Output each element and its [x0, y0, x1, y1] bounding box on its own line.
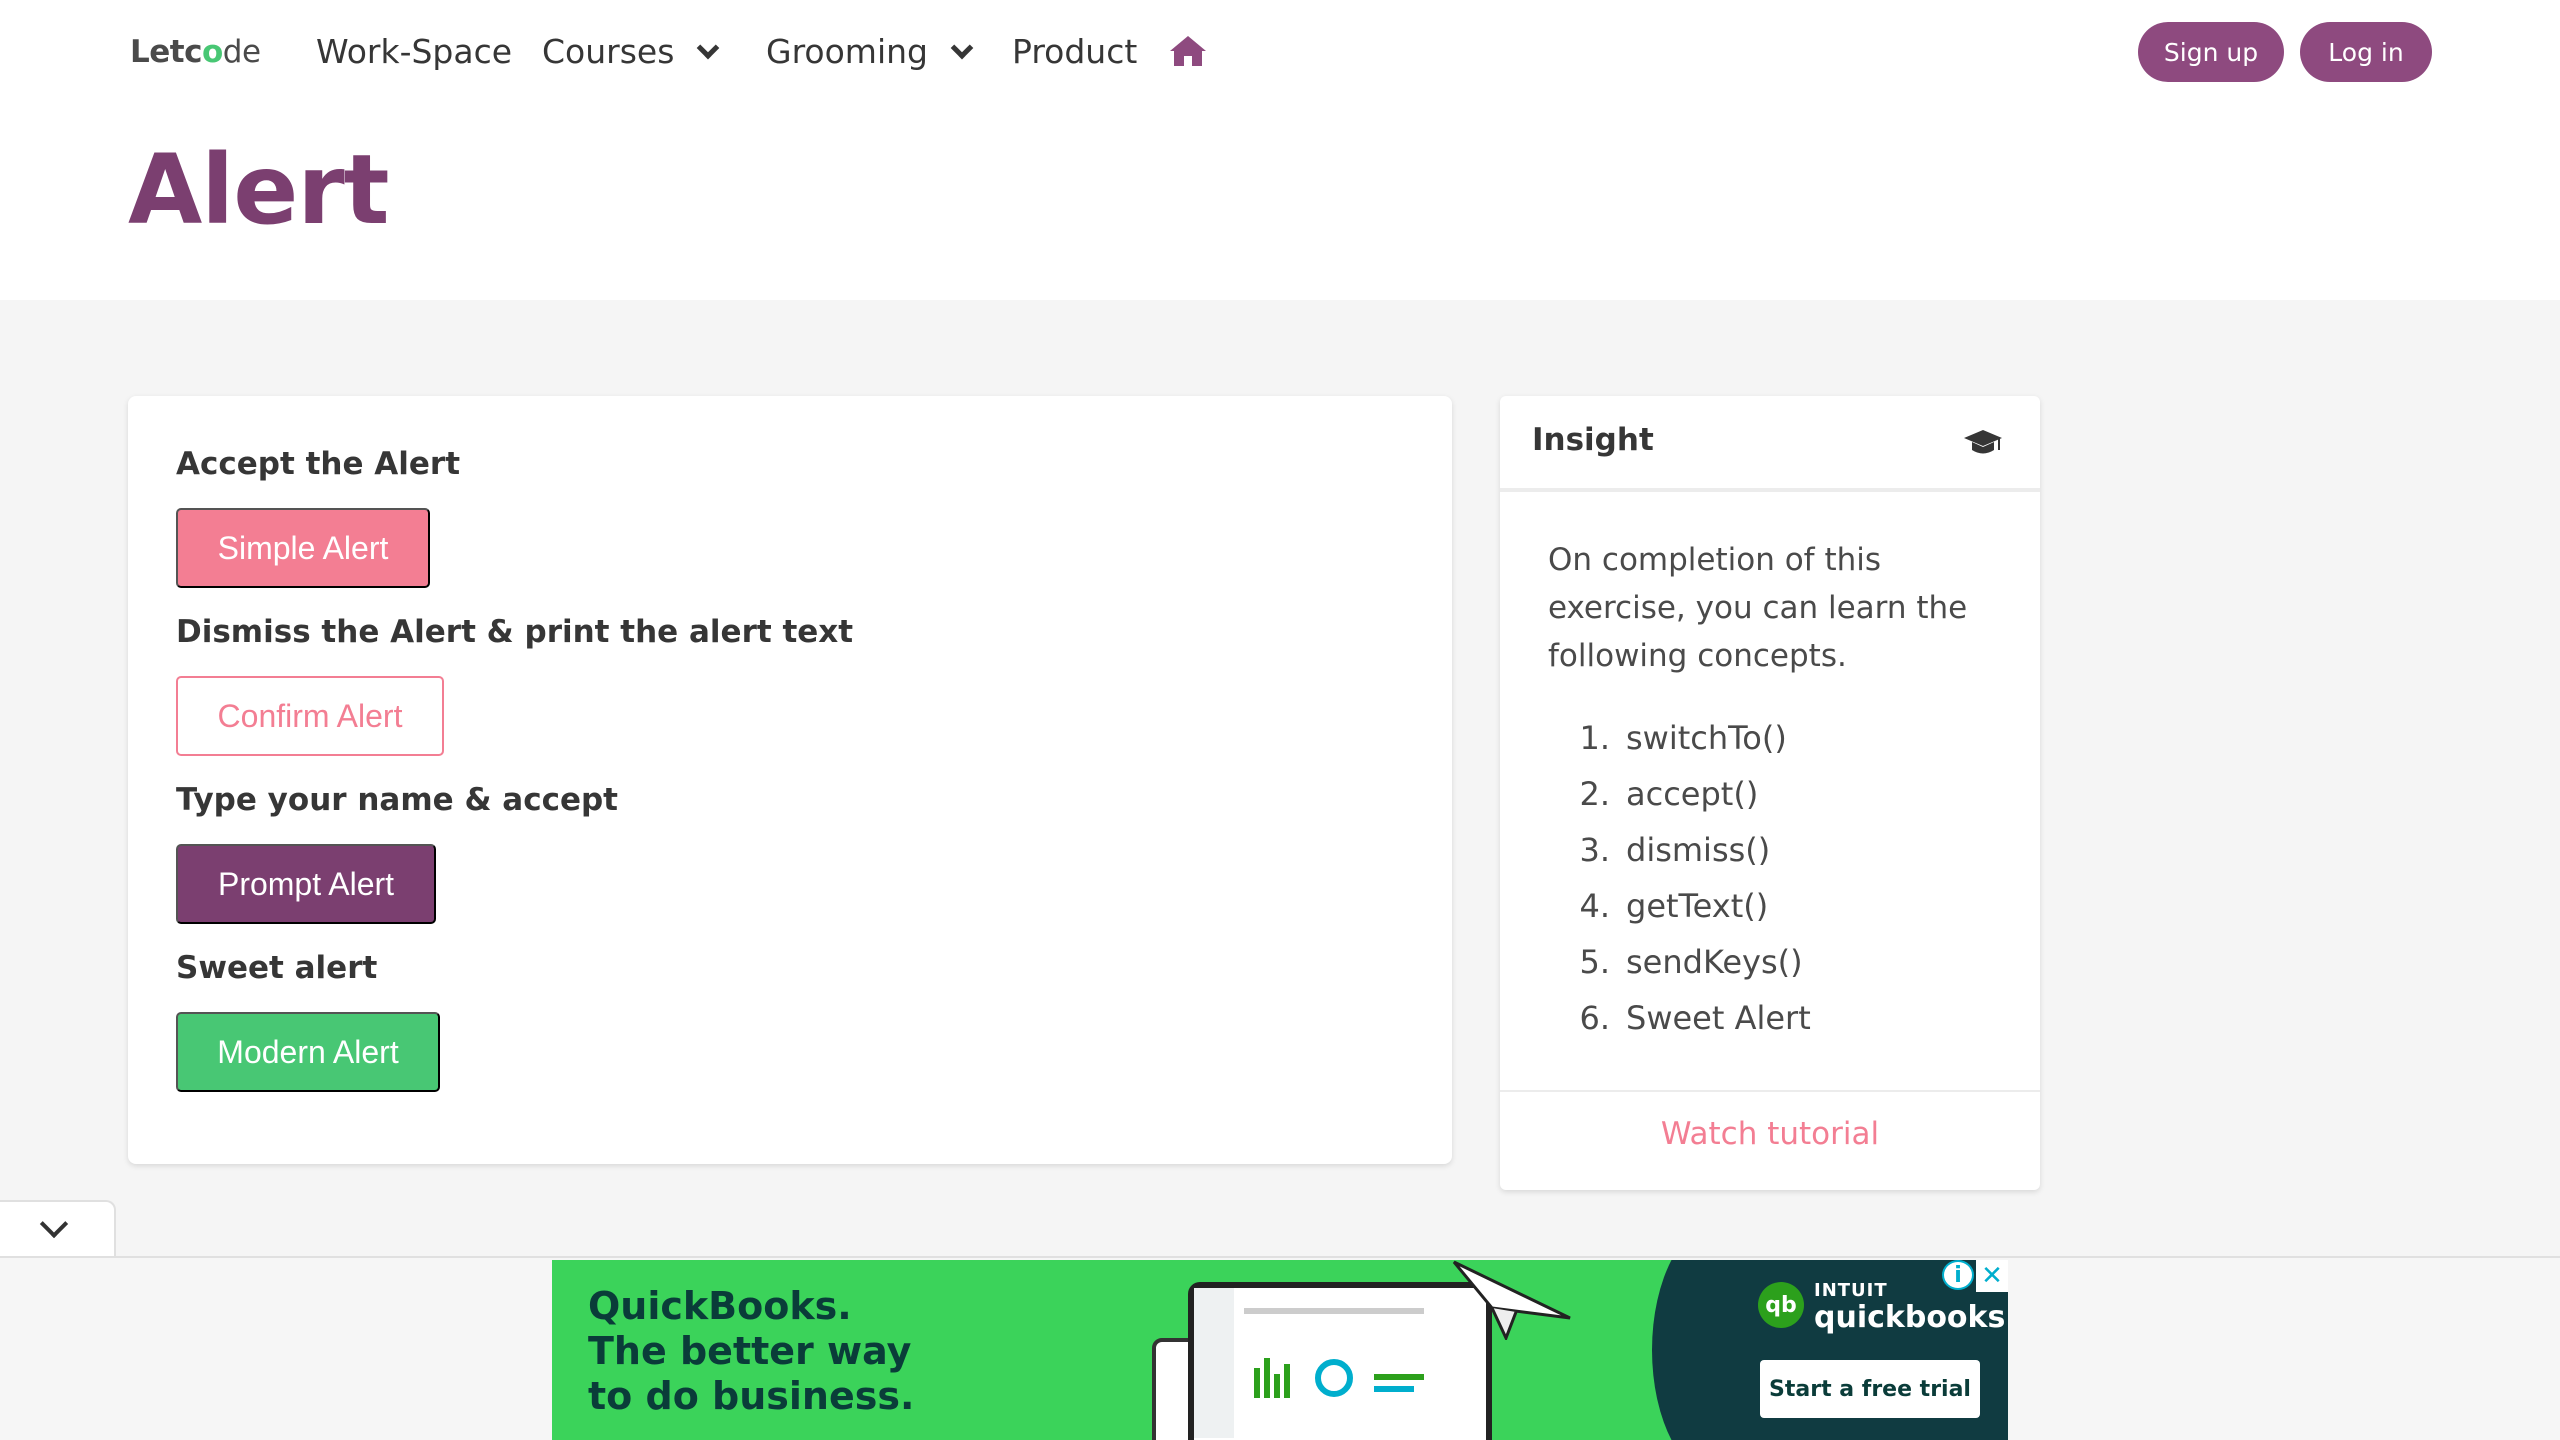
insight-footer: Watch tutorial — [1500, 1090, 2040, 1190]
modern-alert-button[interactable]: Modern Alert — [176, 1012, 440, 1092]
home-icon[interactable] — [1168, 34, 1208, 68]
concept-text: dismiss() — [1626, 831, 1771, 869]
list-item: 4. getText() — [1564, 878, 1811, 934]
chevron-down-icon — [950, 36, 974, 59]
simple-alert-button[interactable]: Simple Alert — [176, 508, 430, 588]
watch-tutorial-link[interactable]: Watch tutorial — [1500, 1116, 2040, 1152]
list-number: 1. — [1579, 719, 1610, 757]
concept-text: sendKeys() — [1626, 943, 1803, 981]
list-number: 3. — [1579, 831, 1610, 869]
ad-info-icon[interactable]: i — [1942, 1260, 1974, 1290]
intuit-label: INTUIT — [1814, 1280, 1888, 1301]
ad-headline: QuickBooks. The better way to do busines… — [588, 1284, 914, 1419]
nav-courses-label: Courses — [542, 32, 675, 71]
nav-grooming-label: Grooming — [766, 32, 928, 71]
alerts-card: Accept the Alert Simple Alert Dismiss th… — [128, 396, 1452, 1164]
nav-grooming-dropdown[interactable]: Grooming — [766, 32, 974, 71]
nav-workspace[interactable]: Work-Space — [316, 32, 512, 71]
list-item: 1. switchTo() — [1564, 710, 1811, 766]
page-title: Alert — [128, 134, 390, 246]
brand-text-o: o — [201, 34, 223, 70]
paper-plane-icon — [1452, 1260, 1571, 1340]
nav-courses-dropdown[interactable]: Courses — [542, 32, 720, 71]
concept-text: accept() — [1626, 775, 1759, 813]
login-button[interactable]: Log in — [2300, 22, 2432, 82]
list-item: 3. dismiss() — [1564, 822, 1811, 878]
list-number: 4. — [1579, 887, 1610, 925]
quickbooks-logo-icon: qb — [1758, 1282, 1804, 1328]
concept-text: getText() — [1626, 887, 1769, 925]
signup-button[interactable]: Sign up — [2138, 22, 2284, 82]
list-number: 6. — [1579, 999, 1610, 1037]
navbar: Letcode Work-Space Courses Grooming Prod… — [0, 0, 2560, 104]
brand-logo[interactable]: Letcode — [130, 34, 261, 70]
list-item: 5. sendKeys() — [1564, 934, 1811, 990]
chevron-down-icon — [39, 1209, 69, 1239]
confirm-alert-button[interactable]: Confirm Alert — [176, 676, 444, 756]
insight-title: Insight — [1532, 422, 1654, 458]
graduation-cap-icon — [1964, 430, 2002, 454]
ad-headline-line1: QuickBooks. — [588, 1284, 852, 1328]
concepts-list: 1. switchTo() 2. accept() 3. dismiss() 4. ge… — [1564, 710, 1811, 1046]
concept-text: switchTo() — [1626, 719, 1787, 757]
concept-text: Sweet Alert — [1626, 999, 1811, 1037]
ad-headline-line2: The better way — [588, 1329, 912, 1373]
ad-laptop-image — [1188, 1282, 1492, 1440]
prompt-alert-button[interactable]: Prompt Alert — [176, 844, 436, 924]
hero-section: Alert — [0, 104, 2560, 300]
brand-text-prefix: Letc — [130, 34, 202, 70]
insight-description: On completion of this exercise, you can … — [1548, 542, 1968, 674]
insight-card: Insight On completion of this exercise, … — [1500, 396, 2040, 1190]
ad-banner[interactable]: QuickBooks. The better way to do busines… — [552, 1260, 2008, 1440]
list-number: 2. — [1579, 775, 1610, 813]
list-item: 2. accept() — [1564, 766, 1811, 822]
ad-close-icon[interactable]: ✕ — [1976, 1260, 2008, 1292]
ad-headline-line3: to do business. — [588, 1374, 915, 1418]
dashboard-illustration — [1194, 1288, 1424, 1438]
accept-alert-label: Accept the Alert — [176, 446, 461, 482]
insight-header: Insight — [1500, 396, 2040, 492]
quickbooks-label: quickbooks — [1814, 1300, 2006, 1335]
list-number: 5. — [1579, 943, 1610, 981]
ad-cta-button[interactable]: Start a free trial — [1760, 1360, 1980, 1418]
brand-text-suffix: de — [222, 34, 261, 70]
ad-collapse-toggle[interactable] — [0, 1200, 116, 1258]
chevron-down-icon — [697, 36, 720, 59]
sweet-alert-label: Sweet alert — [176, 950, 378, 986]
prompt-alert-label: Type your name & accept — [176, 782, 618, 818]
list-item: 6. Sweet Alert — [1564, 990, 1811, 1046]
nav-product[interactable]: Product — [1012, 32, 1137, 71]
dismiss-alert-label: Dismiss the Alert & print the alert text — [176, 614, 854, 650]
